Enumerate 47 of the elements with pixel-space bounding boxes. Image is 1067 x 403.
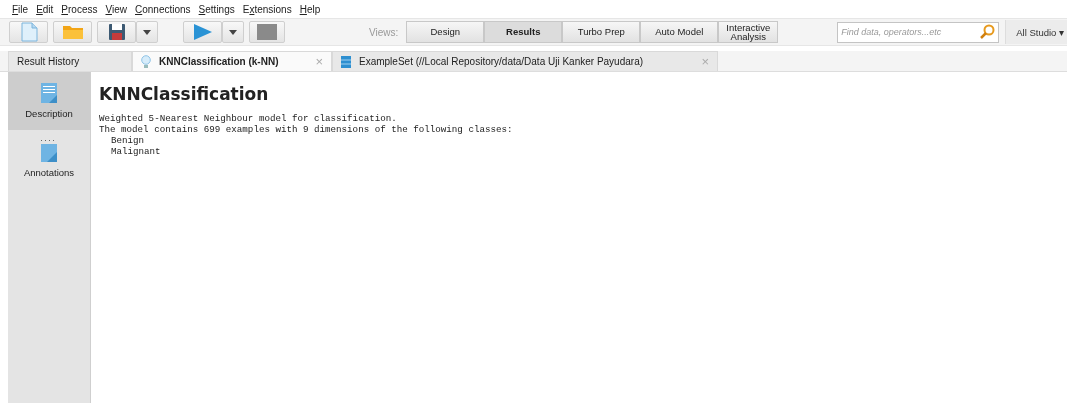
view-button[interactable]: Interactive Analysis <box>718 21 779 43</box>
tab[interactable]: ExampleSet (//Local Repository/data/Data Uji Kanker Payudara) × <box>332 51 718 71</box>
menu-item[interactable]: View <box>105 4 127 18</box>
open-button[interactable] <box>53 21 92 43</box>
search-field[interactable]: Find data, operators...etc <box>837 21 1000 43</box>
dropdown-button[interactable] <box>222 21 244 43</box>
caret-icon <box>229 29 237 35</box>
save-button[interactable] <box>97 21 136 43</box>
stop-icon <box>257 24 277 40</box>
menu-item[interactable]: Extensions <box>242 4 292 18</box>
view-button[interactable]: Results <box>484 21 563 43</box>
class-name: Benign <box>110 135 146 146</box>
view-button[interactable]: Auto Model <box>640 21 719 43</box>
table-icon <box>341 55 351 68</box>
document-icon <box>41 83 57 103</box>
tab-label: ExampleSet (//Local Repository/data/Data Uji Kanker Payudara) <box>359 56 645 67</box>
menu-item[interactable]: Edit <box>36 4 54 18</box>
folder-icon <box>61 24 84 40</box>
tab-label: KNNClassification (k-NN) <box>159 56 280 67</box>
caret-icon <box>143 29 151 35</box>
side-panel-label: Description <box>25 108 73 119</box>
dropdown-button[interactable] <box>136 21 158 43</box>
notepad-icon <box>40 140 58 162</box>
menu-item[interactable]: Connections <box>135 4 191 18</box>
tab[interactable]: KNNClassification (k-NN) × <box>132 51 332 71</box>
description-text: Weighted 5-Nearest Neighbour model for classification. <box>99 113 398 124</box>
file-icon <box>19 22 38 42</box>
menu-item[interactable]: File <box>12 4 29 18</box>
menu-item[interactable]: Help <box>299 4 321 18</box>
view-button[interactable]: Turbo Prep <box>562 21 641 43</box>
menu-item[interactable]: Process <box>61 4 98 18</box>
tab-label: Result History <box>17 56 81 67</box>
model-title: KNNClassification <box>99 84 270 104</box>
stop-button[interactable] <box>249 21 285 43</box>
lightbulb-icon <box>141 54 151 69</box>
scope-dropdown[interactable]: All Studio ▾ <box>1005 20 1067 44</box>
view-button[interactable]: Design <box>406 21 485 43</box>
description-text: The model contains 699 examples with 9 dimensions of the following classes: <box>99 124 513 135</box>
tab[interactable]: Result History <box>8 51 132 71</box>
search-icon <box>979 23 996 40</box>
views-label: Views: <box>369 26 399 38</box>
side-panel-label: Annotations <box>23 167 75 178</box>
side-panel-item[interactable]: Description <box>8 72 90 130</box>
side-panel-item[interactable]: Annotations <box>8 130 90 188</box>
class-name: Malignant <box>110 146 162 157</box>
menu-item[interactable]: Settings <box>198 4 235 18</box>
play-icon <box>192 23 213 41</box>
